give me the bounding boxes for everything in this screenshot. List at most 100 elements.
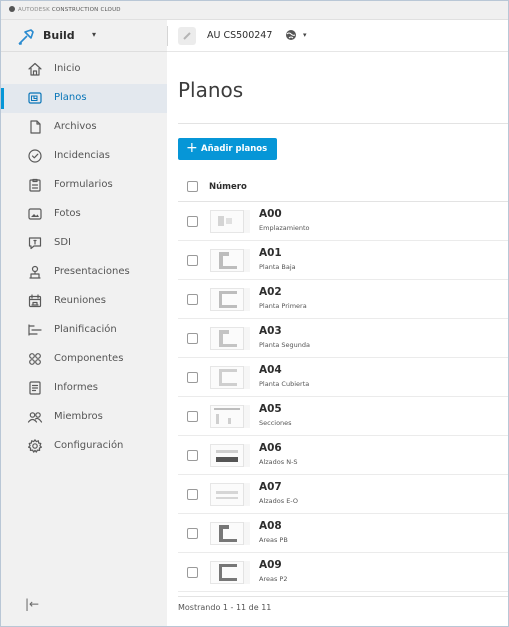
sheet-title: Planta Baja: [259, 263, 296, 271]
autodesk-logo-icon: [9, 6, 15, 12]
sheet-number[interactable]: A06: [259, 442, 282, 454]
sidebar-item-label: Informes: [54, 382, 98, 393]
brand-product: CONSTRUCTION CLOUD: [51, 7, 121, 13]
sidebar: Build ▾ Inicio Planos Archivos Incidencias F…: [1, 20, 167, 626]
row-checkbox[interactable]: [187, 255, 198, 266]
sidebar-item-formularios[interactable]: Formularios: [1, 171, 167, 200]
sheet-thumbnail[interactable]: [210, 288, 250, 311]
sheet-number[interactable]: A04: [259, 364, 282, 376]
sidebar-item-label: Miembros: [54, 411, 103, 422]
column-header-number[interactable]: Número: [209, 182, 247, 192]
sheet-number[interactable]: A00: [259, 208, 282, 220]
row-checkbox[interactable]: [187, 489, 198, 500]
sheet-number[interactable]: A09: [259, 559, 282, 571]
pagination-status: Mostrando 1 - 11 de 11: [178, 603, 272, 612]
sidebar-item-label: Archivos: [54, 121, 97, 132]
sheet-thumbnail[interactable]: [210, 444, 250, 467]
sheet-thumbnail[interactable]: [210, 210, 250, 233]
row-checkbox[interactable]: [187, 528, 198, 539]
sidebar-item-label: Formularios: [54, 179, 113, 190]
row-checkbox[interactable]: [187, 450, 198, 461]
app-window: AUTODESK CONSTRUCTION CLOUD Build ▾ Inic…: [0, 0, 509, 627]
row-checkbox[interactable]: [187, 294, 198, 305]
sidebar-item-planificación[interactable]: Planificación: [1, 316, 167, 345]
row-checkbox[interactable]: [187, 372, 198, 383]
brand-logo[interactable]: AUTODESK CONSTRUCTION CLOUD: [9, 6, 121, 13]
sidebar-item-planos[interactable]: Planos: [1, 84, 167, 113]
table-row[interactable]: A02 Planta Primera: [178, 280, 508, 319]
module-name: Build: [43, 29, 75, 42]
photos-icon: [27, 206, 43, 222]
sidebar-item-presentaciones[interactable]: Presentaciones: [1, 258, 167, 287]
table-row[interactable]: A01 Planta Baja: [178, 241, 508, 280]
build-module-icon: [15, 26, 37, 48]
collapse-sidebar-button[interactable]: |←: [25, 597, 39, 611]
table-row[interactable]: A03 Planta Segunda: [178, 319, 508, 358]
assets-icon: [27, 351, 43, 367]
sheet-title: Emplazamiento: [259, 224, 310, 232]
table-row[interactable]: A08 Areas PB: [178, 514, 508, 553]
divider: [167, 26, 168, 46]
forms-icon: [27, 177, 43, 193]
sidebar-item-label: Incidencias: [54, 150, 111, 161]
sheet-thumbnail[interactable]: [210, 561, 250, 584]
sidebar-item-configuración[interactable]: Configuración: [1, 432, 167, 461]
issues-icon: [27, 148, 43, 164]
top-banner: AUTODESK CONSTRUCTION CLOUD: [1, 1, 508, 20]
sidebar-item-incidencias[interactable]: Incidencias: [1, 142, 167, 171]
row-checkbox[interactable]: [187, 216, 198, 227]
row-checkbox[interactable]: [187, 411, 198, 422]
sheet-number[interactable]: A08: [259, 520, 282, 532]
sheet-thumbnail[interactable]: [210, 405, 250, 428]
sidebar-item-reuniones[interactable]: Reuniones: [1, 287, 167, 316]
sidebar-item-label: Inicio: [54, 63, 81, 74]
table-row[interactable]: A07 Alzados E-O: [178, 475, 508, 514]
rfi-icon: [27, 235, 43, 251]
sheet-title: Secciones: [259, 419, 292, 427]
sidebar-item-label: Configuración: [54, 440, 124, 451]
table-row[interactable]: A04 Planta Cubierta: [178, 358, 508, 397]
sheet-title: Planta Cubierta: [259, 380, 310, 388]
table-row[interactable]: A00 Emplazamiento: [178, 202, 508, 241]
settings-icon: [27, 438, 43, 454]
sheet-thumbnail[interactable]: [210, 327, 250, 350]
add-sheets-label: Añadir planos: [201, 144, 268, 154]
project-chevron-down-icon[interactable]: ▾: [303, 31, 307, 39]
submittals-icon: [27, 264, 43, 280]
sheet-number[interactable]: A02: [259, 286, 282, 298]
sheet-title: Areas P2: [259, 575, 288, 583]
sidebar-item-componentes[interactable]: Componentes: [1, 345, 167, 374]
sheet-thumbnail[interactable]: [210, 483, 250, 506]
table-row[interactable]: A06 Alzados N-S: [178, 436, 508, 475]
brand-prefix: AUTODESK: [18, 7, 50, 13]
sidebar-item-archivos[interactable]: Archivos: [1, 113, 167, 142]
sheet-number[interactable]: A07: [259, 481, 282, 493]
sidebar-item-miembros[interactable]: Miembros: [1, 403, 167, 432]
schedule-icon: [27, 322, 43, 338]
sidebar-item-label: Reuniones: [54, 295, 106, 306]
sheet-thumbnail[interactable]: [210, 249, 250, 272]
sidebar-item-sdi[interactable]: SDI: [1, 229, 167, 258]
project-name[interactable]: AU CS500247: [207, 30, 272, 41]
sheet-number[interactable]: A03: [259, 325, 282, 337]
sidebar-item-fotos[interactable]: Fotos: [1, 200, 167, 229]
plus-icon: +: [186, 140, 198, 156]
select-all-checkbox[interactable]: [187, 181, 198, 192]
table-row[interactable]: A09 Areas P2: [178, 553, 508, 592]
file-icon: [27, 119, 43, 135]
sidebar-item-inicio[interactable]: Inicio: [1, 55, 167, 84]
sheet-number[interactable]: A01: [259, 247, 282, 259]
add-sheets-button[interactable]: + Añadir planos: [178, 138, 277, 160]
sidebar-item-label: SDI: [54, 237, 71, 248]
table-row[interactable]: A05 Secciones: [178, 397, 508, 436]
sidebar-item-informes[interactable]: Informes: [1, 374, 167, 403]
sheet-title: Alzados N-S: [259, 458, 298, 466]
project-thumbnail-icon: [178, 27, 196, 45]
module-switcher[interactable]: Build ▾: [1, 20, 167, 52]
project-header: AU CS500247 ▾: [167, 20, 508, 52]
row-checkbox[interactable]: [187, 567, 198, 578]
sheet-number[interactable]: A05: [259, 403, 282, 415]
row-checkbox[interactable]: [187, 333, 198, 344]
sheet-thumbnail[interactable]: [210, 522, 250, 545]
sheet-thumbnail[interactable]: [210, 366, 250, 389]
